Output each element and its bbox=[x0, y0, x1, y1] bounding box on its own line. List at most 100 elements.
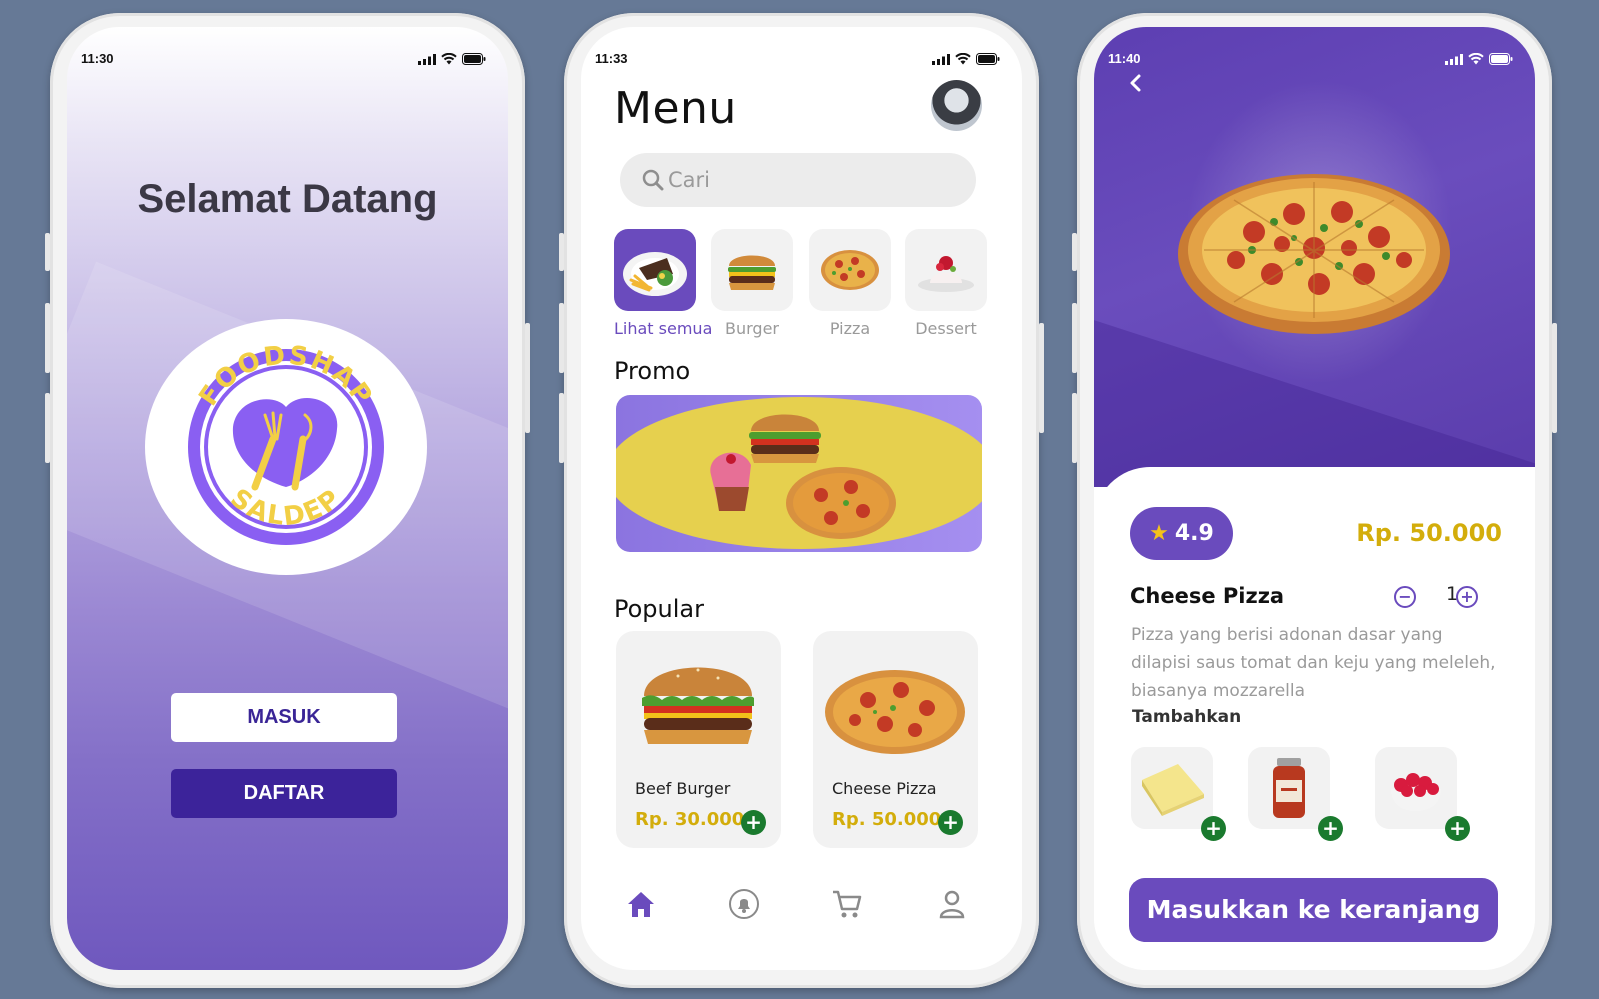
side-button bbox=[559, 233, 564, 271]
register-button[interactable]: DAFTAR bbox=[171, 769, 397, 818]
logo-badge-icon: FOODSHAP SALDEP bbox=[182, 340, 390, 551]
cheese-pizza-icon bbox=[825, 670, 965, 754]
nav-cart[interactable] bbox=[830, 887, 864, 921]
status-time: 11:30 bbox=[81, 51, 114, 66]
status-bar: 11:30 bbox=[67, 51, 508, 71]
category-tile bbox=[711, 229, 793, 311]
status-bar: 11:33 bbox=[581, 51, 1022, 71]
cart-icon bbox=[833, 890, 862, 918]
chevron-left-icon bbox=[1130, 74, 1141, 92]
side-button bbox=[1552, 323, 1557, 433]
status-bar: 11:40 bbox=[1094, 51, 1535, 71]
category-burger[interactable]: Burger bbox=[711, 229, 793, 338]
addon-tomato-sauce[interactable]: + bbox=[1248, 747, 1343, 841]
category-label: Lihat semua bbox=[614, 319, 713, 338]
foodshap-logo: FOODSHAP SALDEP bbox=[145, 319, 427, 575]
side-button bbox=[525, 323, 530, 433]
side-button bbox=[45, 303, 50, 373]
side-button bbox=[559, 303, 564, 373]
add-addon-button[interactable]: + bbox=[1201, 816, 1226, 841]
rating-value: 4.9 bbox=[1174, 521, 1214, 546]
back-button[interactable] bbox=[1124, 71, 1148, 95]
status-time: 11:40 bbox=[1108, 51, 1141, 66]
user-icon bbox=[939, 890, 965, 919]
side-button bbox=[1072, 393, 1077, 463]
side-button bbox=[559, 393, 564, 463]
side-button bbox=[1072, 233, 1077, 271]
plate-food-icon bbox=[623, 252, 687, 296]
product-name: Cheese Pizza bbox=[832, 779, 937, 798]
category-label: Pizza bbox=[829, 319, 871, 338]
welcome-title: Selamat Datang bbox=[137, 177, 438, 221]
side-button bbox=[1039, 323, 1044, 433]
product-description: Pizza yang berisi adonan dasar yang dila… bbox=[1131, 625, 1496, 701]
screen: 11:40 ★ 4.9 Rp. 50.000 Cheese Pizza − 1 … bbox=[1094, 27, 1535, 970]
add-addon-button[interactable]: + bbox=[1445, 816, 1470, 841]
page-title: Menu bbox=[614, 83, 737, 134]
home-icon bbox=[628, 892, 654, 917]
screen: 11:30 Selamat Datang FOODSHAP SALDEP MAS… bbox=[67, 27, 508, 970]
add-to-cart-button[interactable]: + bbox=[938, 810, 963, 835]
promo-food-icon bbox=[710, 414, 896, 539]
nav-home[interactable] bbox=[624, 887, 658, 921]
category-label: Dessert bbox=[915, 319, 977, 338]
popular-card[interactable]: Beef Burger Rp. 30.000 + bbox=[616, 631, 781, 848]
screen: 11:33 Menu Cari Lihat semua Burger Pizza… bbox=[581, 27, 1022, 970]
signal-icon bbox=[932, 53, 950, 65]
login-button[interactable]: MASUK bbox=[171, 693, 397, 742]
nav-notifications[interactable] bbox=[727, 887, 761, 921]
category-label: Burger bbox=[725, 319, 779, 338]
product-price: Rp. 50.000 bbox=[1356, 519, 1502, 547]
phone-menu: 11:33 Menu Cari Lihat semua Burger Pizza… bbox=[559, 13, 1044, 988]
pizza-icon bbox=[821, 250, 879, 290]
side-button bbox=[45, 393, 50, 463]
promo-title: Promo bbox=[614, 357, 691, 385]
category-tile bbox=[809, 229, 891, 311]
star-icon: ★ bbox=[1149, 521, 1169, 546]
battery-icon bbox=[1489, 53, 1513, 65]
battery-icon bbox=[462, 53, 486, 65]
side-button bbox=[1072, 303, 1077, 373]
bottom-nav bbox=[581, 887, 1022, 927]
product-price: Rp. 30.000 bbox=[635, 809, 745, 830]
burger-icon bbox=[728, 255, 776, 290]
category-dessert[interactable]: Dessert bbox=[905, 229, 987, 338]
add-addon-button[interactable]: + bbox=[1318, 816, 1343, 841]
search-icon bbox=[642, 169, 664, 191]
increase-button[interactable]: + bbox=[1456, 586, 1478, 608]
signal-icon bbox=[418, 53, 436, 65]
addon-raspberry[interactable]: + bbox=[1375, 747, 1470, 841]
battery-icon bbox=[976, 53, 1000, 65]
side-button bbox=[45, 233, 50, 271]
product-name: Beef Burger bbox=[635, 779, 731, 798]
avatar[interactable] bbox=[931, 80, 982, 131]
nav-profile[interactable] bbox=[935, 887, 969, 921]
phone-welcome: 11:30 Selamat Datang FOODSHAP SALDEP MAS… bbox=[45, 13, 530, 988]
add-to-cart-button[interactable]: Masukkan ke keranjang bbox=[1129, 878, 1498, 942]
decrease-button[interactable]: − bbox=[1394, 586, 1416, 608]
dessert-icon bbox=[918, 256, 974, 292]
popular-title: Popular bbox=[614, 595, 704, 623]
popular-card[interactable]: Cheese Pizza Rp. 50.000 + bbox=[813, 631, 978, 848]
product-price: Rp. 50.000 bbox=[832, 809, 942, 830]
category-tile bbox=[614, 229, 696, 311]
rating-badge: ★ 4.9 bbox=[1130, 507, 1233, 560]
wifi-icon bbox=[1468, 53, 1484, 65]
search-placeholder: Cari bbox=[668, 168, 710, 192]
category-pizza[interactable]: Pizza bbox=[809, 229, 891, 338]
search-input[interactable]: Cari bbox=[620, 153, 976, 207]
wifi-icon bbox=[955, 53, 971, 65]
tomato-sauce-jar-icon bbox=[1273, 758, 1305, 818]
category-list: Lihat semua Burger Pizza Dessert bbox=[595, 229, 995, 339]
addon-cheese[interactable]: + bbox=[1131, 747, 1226, 841]
category-tile bbox=[905, 229, 987, 311]
wifi-icon bbox=[441, 53, 457, 65]
quantity-stepper: − 1 + bbox=[1394, 583, 1494, 611]
phone-detail: 11:40 ★ 4.9 Rp. 50.000 Cheese Pizza − 1 … bbox=[1072, 13, 1557, 988]
promo-banner[interactable] bbox=[616, 395, 982, 552]
status-time: 11:33 bbox=[595, 51, 628, 66]
addons-title: Tambahkan bbox=[1132, 707, 1242, 727]
bell-icon bbox=[729, 889, 759, 919]
category-all[interactable]: Lihat semua bbox=[614, 229, 713, 338]
add-to-cart-button[interactable]: + bbox=[741, 810, 766, 835]
